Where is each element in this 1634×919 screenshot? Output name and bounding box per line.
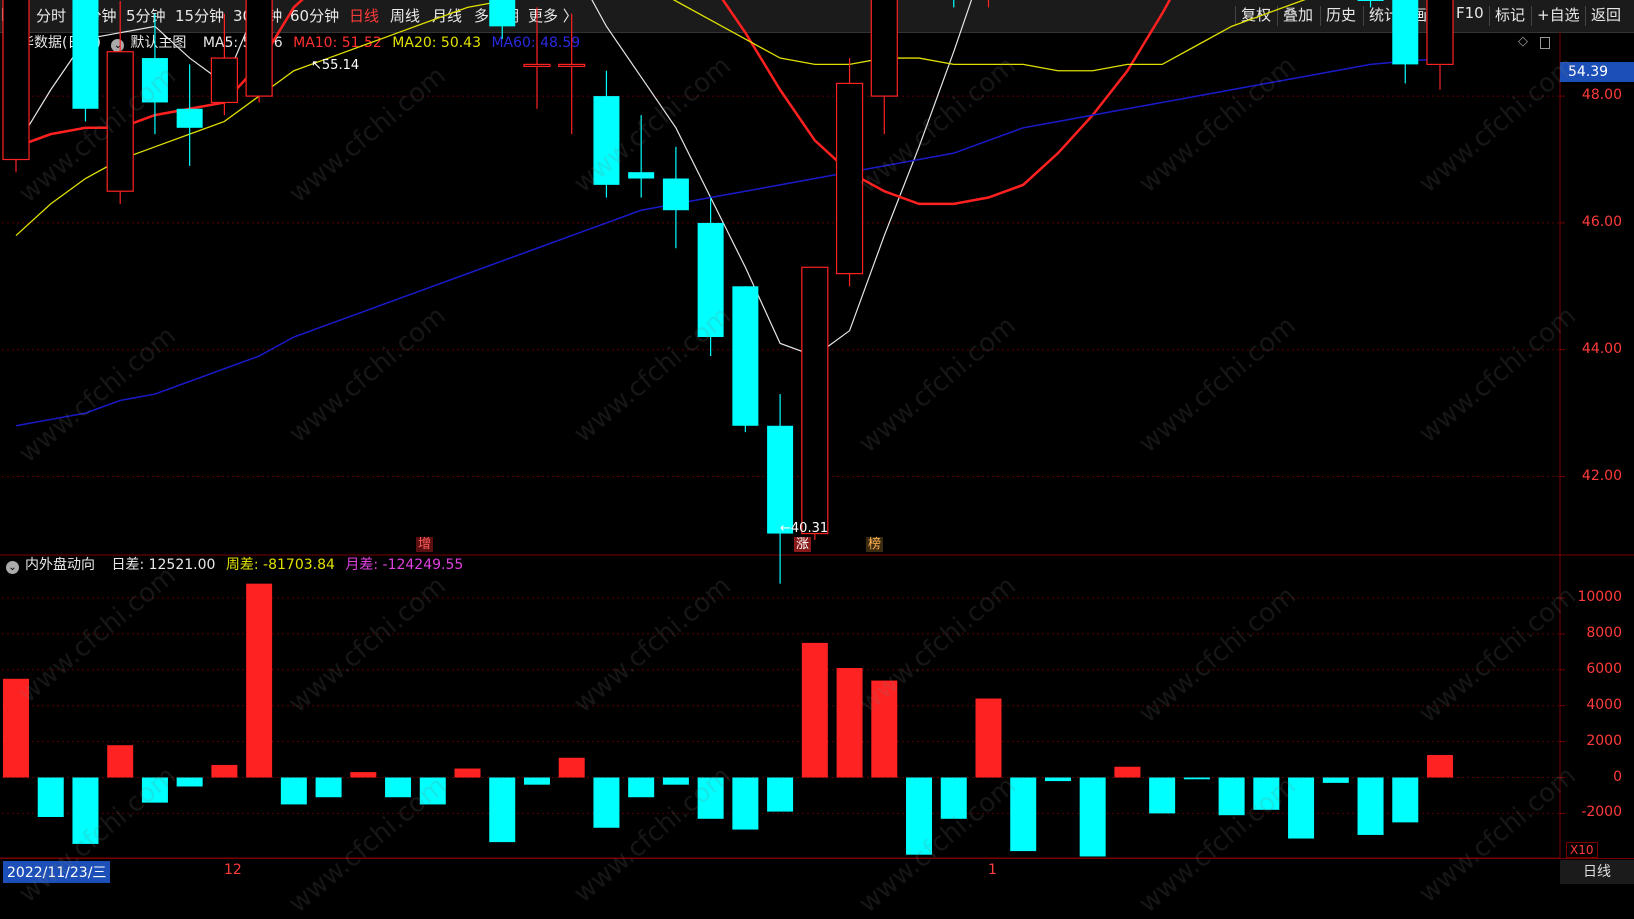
event-marker[interactable]: 涨 <box>794 537 812 552</box>
volume-bar <box>1322 777 1349 783</box>
kline-chart[interactable] <box>0 0 1634 884</box>
candle-up <box>245 0 273 97</box>
volume-bar <box>1392 777 1419 823</box>
candle-up <box>558 63 586 68</box>
volume-bar <box>1357 777 1384 835</box>
candle-down <box>628 172 655 179</box>
date-tick-label: 1 <box>988 862 997 878</box>
candle-down <box>141 58 168 103</box>
volume-axis-label: 2000 <box>1586 732 1622 749</box>
volume-bar <box>246 583 273 778</box>
volume-bar <box>107 745 134 778</box>
volume-bar <box>1183 777 1210 780</box>
candle-down <box>1392 0 1419 65</box>
volume-bar <box>1149 777 1176 814</box>
volume-bar <box>37 777 64 817</box>
volume-bar <box>558 757 585 778</box>
current-price-tag: 54.39 <box>1560 62 1634 82</box>
candle-down <box>176 108 203 128</box>
volume-bar <box>72 777 99 844</box>
volume-bar <box>3 678 29 778</box>
candle-down <box>1357 0 1384 1</box>
volume-bar <box>489 777 516 843</box>
volume-bar <box>385 777 412 798</box>
volume-bar <box>419 777 446 805</box>
volume-bar <box>176 777 203 787</box>
candle-down <box>697 222 724 338</box>
date-tick-label: 12 <box>224 862 242 878</box>
price-axis-label: 44.00 <box>1581 340 1622 357</box>
scale-badge: X10 <box>1566 842 1598 858</box>
volume-bar <box>1044 777 1071 782</box>
volume-axis-label: 4000 <box>1586 696 1622 713</box>
period-button[interactable]: 日线 <box>1560 860 1634 884</box>
volume-bar <box>523 777 550 785</box>
volume-bar <box>801 642 828 778</box>
volume-axis-label: -2000 <box>1581 804 1622 821</box>
volume-bar <box>315 777 342 798</box>
cursor-date: 2022/11/23/三 <box>3 861 111 883</box>
volume-bar <box>1218 777 1245 816</box>
ma-line-ma20 <box>15 0 1306 237</box>
event-marker[interactable]: 增 <box>416 537 434 552</box>
price-axis-label: 46.00 <box>1581 213 1622 230</box>
high-price-label: ↖55.14 <box>311 58 360 73</box>
price-axis-label: 42.00 <box>1581 467 1622 484</box>
candle-down <box>72 0 99 109</box>
volume-bar <box>697 777 724 819</box>
volume-bar <box>662 777 689 785</box>
candle-down <box>662 178 689 211</box>
event-marker[interactable]: 榜 <box>866 537 884 552</box>
price-axis-label: 48.00 <box>1581 87 1622 104</box>
ma-line-ma5 <box>15 0 973 357</box>
date-axis <box>0 858 1634 885</box>
volume-axis-label: 8000 <box>1586 624 1622 641</box>
volume-axis-label: 0 <box>1613 768 1622 785</box>
volume-bar <box>454 768 481 778</box>
volume-bar <box>1114 766 1141 778</box>
volume-bar <box>211 764 238 778</box>
volume-bar <box>1427 755 1453 778</box>
high-price-value: 55.14 <box>321 58 360 73</box>
volume-bar <box>836 668 863 778</box>
candle-up <box>210 57 238 104</box>
volume-bar <box>871 680 898 778</box>
candle-up <box>801 266 829 535</box>
candle-up <box>523 63 551 68</box>
volume-bar <box>1253 777 1280 810</box>
low-price-value: 40.31 <box>790 521 829 536</box>
candle-down <box>732 286 759 426</box>
volume-bar <box>975 698 1002 778</box>
volume-bar <box>350 772 377 778</box>
ma-line-ma60 <box>15 57 1441 427</box>
volume-bar <box>280 777 307 805</box>
volume-bar <box>767 777 794 812</box>
volume-bar <box>141 777 168 803</box>
volume-bar <box>940 777 967 819</box>
volume-bar <box>593 777 620 828</box>
candle-down <box>489 0 516 27</box>
volume-axis-label: 10000 <box>1577 589 1622 605</box>
low-price-label: ←40.31 <box>780 521 829 536</box>
candle-up <box>2 0 30 161</box>
candle-up <box>870 0 898 97</box>
volume-bar <box>1010 777 1037 852</box>
volume-bar <box>906 777 933 855</box>
candle-up <box>835 82 864 275</box>
volume-bar <box>628 777 655 798</box>
volume-bar <box>1288 777 1315 839</box>
volume-bar <box>1079 777 1106 857</box>
candle-down <box>593 96 620 185</box>
volume-axis-label: 6000 <box>1586 660 1622 677</box>
candle-up <box>1426 0 1454 66</box>
volume-bar <box>732 777 759 830</box>
candle-down <box>767 425 794 534</box>
candle-up <box>106 51 134 192</box>
